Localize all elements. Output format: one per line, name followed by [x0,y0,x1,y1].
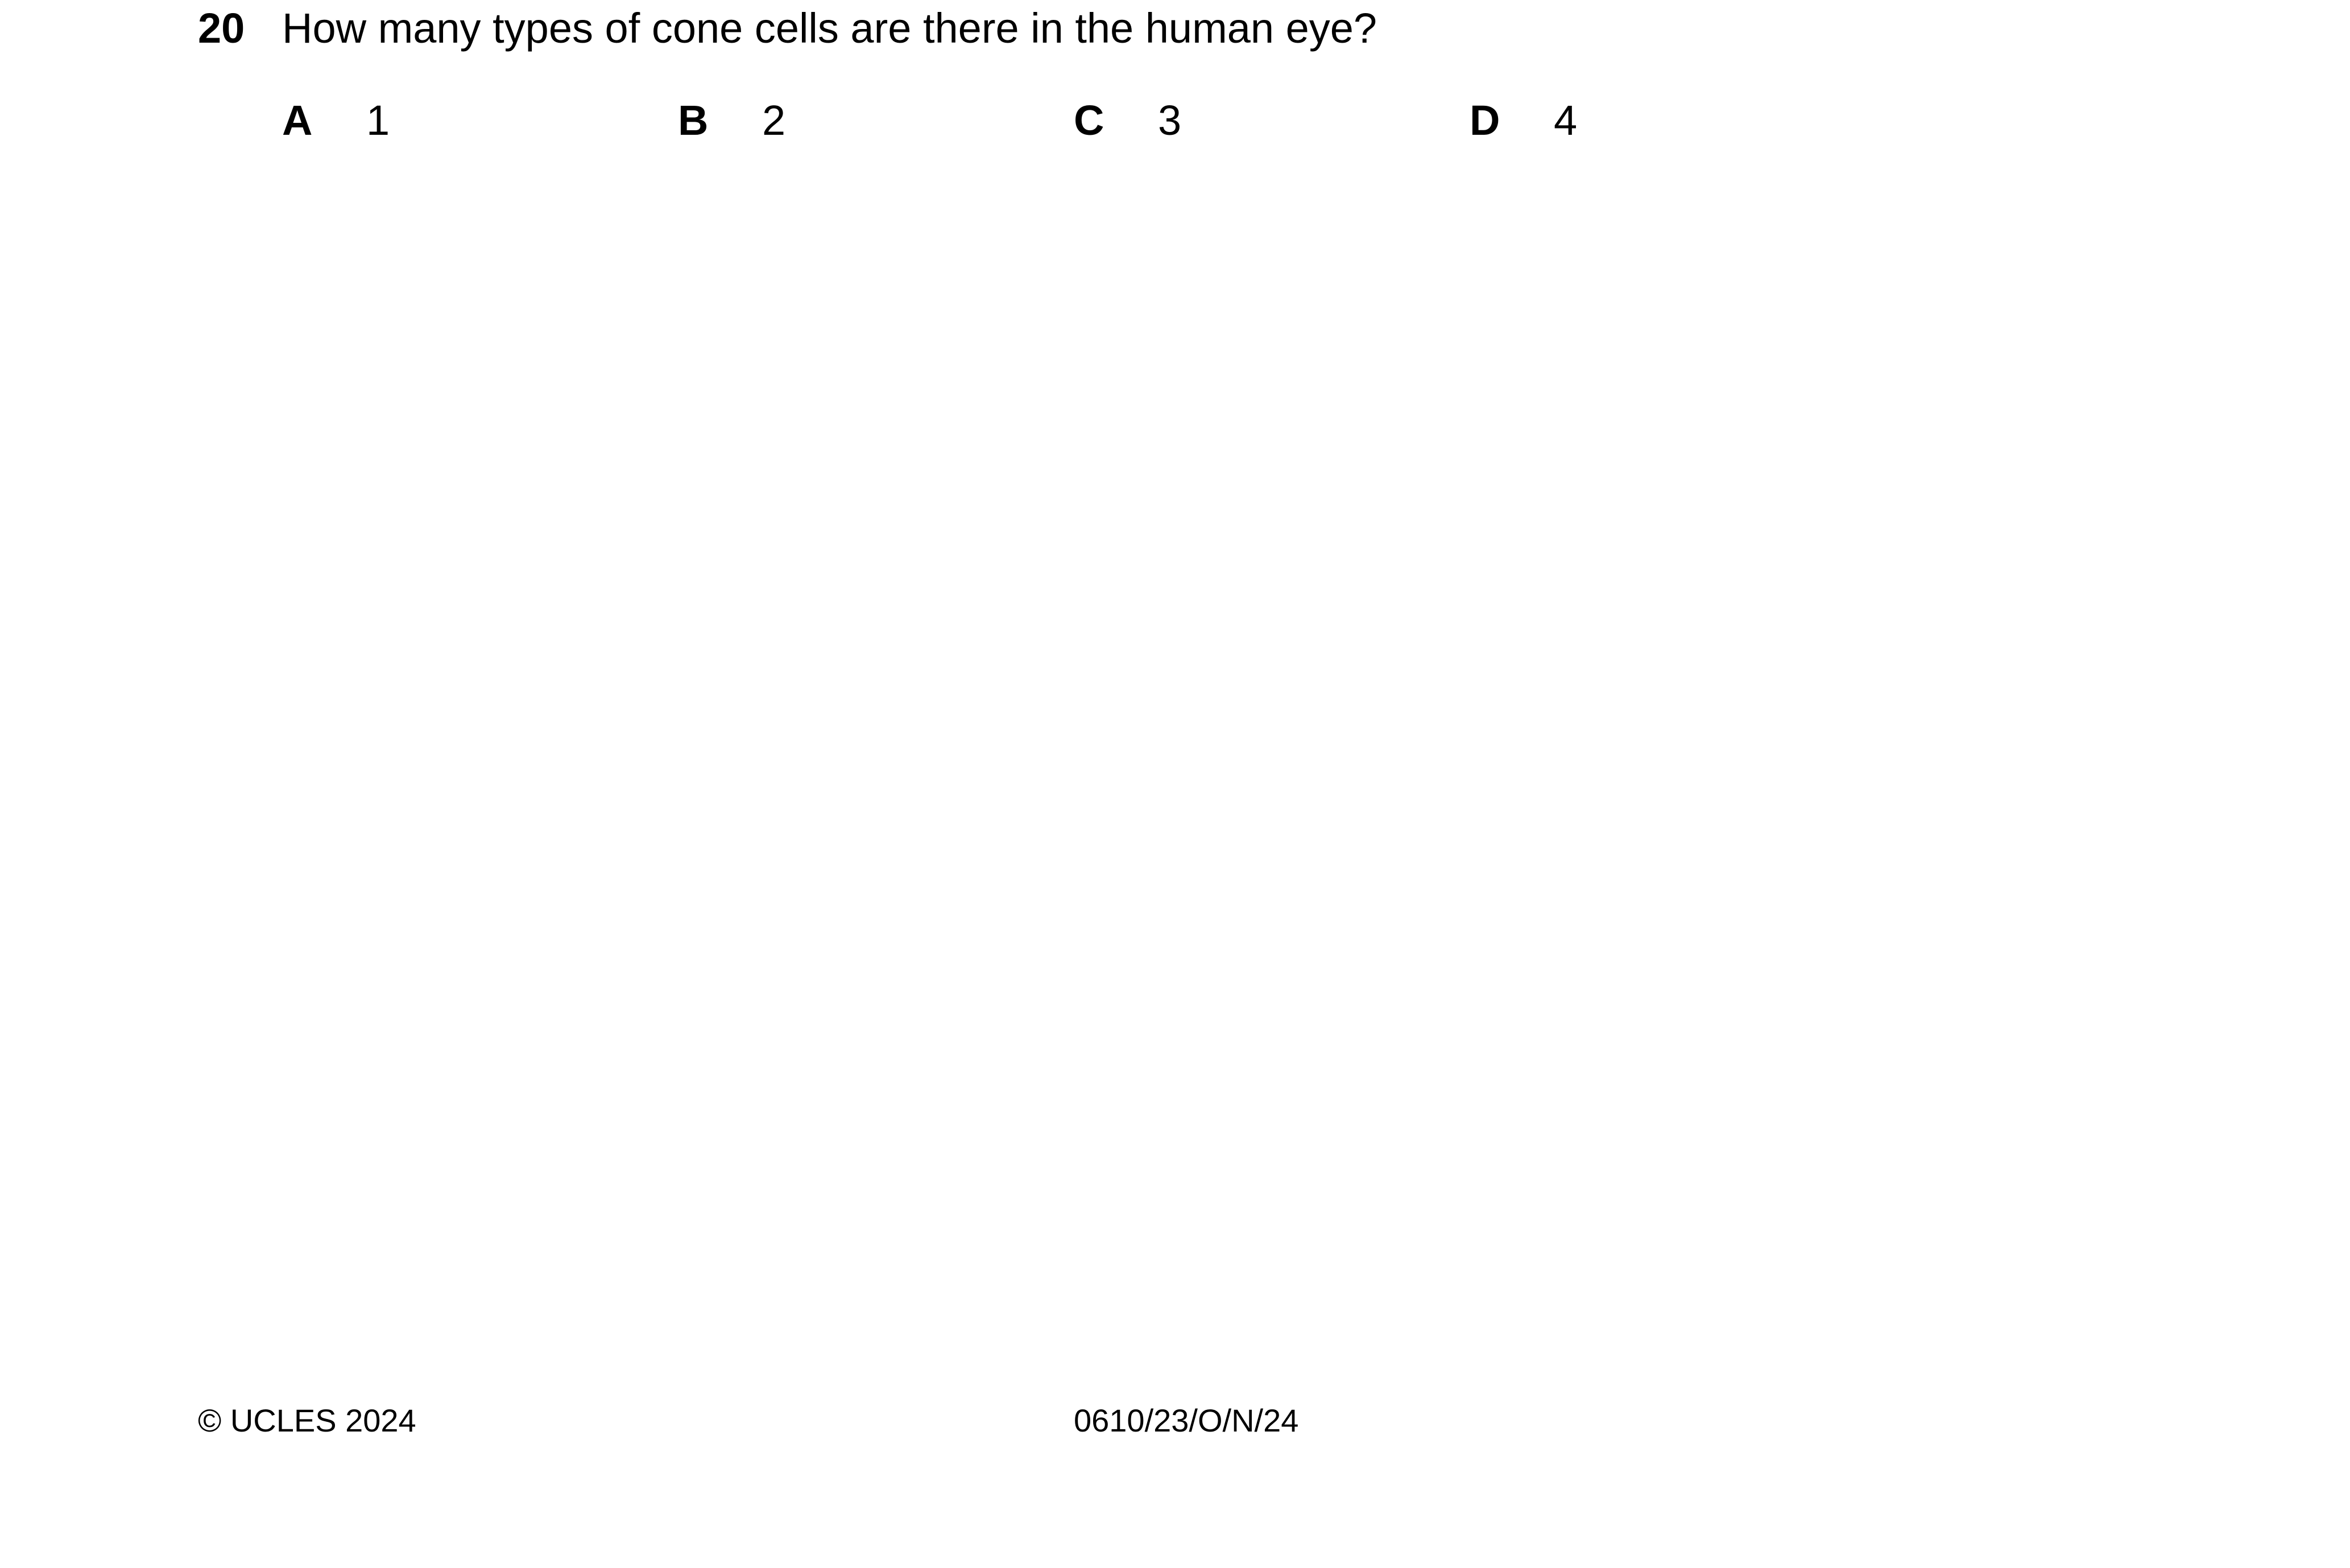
option-letter: C [1074,97,1104,144]
option-a[interactable]: A 1 [282,97,453,148]
option-letter: B [678,97,709,144]
question-20: 20 How many types of cone cells are ther… [198,0,2245,63]
option-c[interactable]: C 3 [1074,97,1244,148]
footer-copyright: © UCLES 2024 [198,1402,416,1438]
footer-paper-code: 0610/23/O/N/24 [1074,1402,1299,1438]
question-number: 20 [198,5,245,52]
option-value: 3 [1158,97,1182,144]
question-text: How many types of cone cells are there i… [282,5,1377,52]
answer-options: A 1 B 2 C 3 D 4 [0,97,2350,154]
option-letter: D [1470,97,1500,144]
exam-page: 20 How many types of cone cells are ther… [0,0,2350,1568]
option-value: 1 [366,97,390,144]
option-d[interactable]: D 4 [1470,97,1640,148]
option-value: 2 [762,97,786,144]
option-letter: A [282,97,313,144]
option-value: 4 [1554,97,1578,144]
option-b[interactable]: B 2 [678,97,849,148]
